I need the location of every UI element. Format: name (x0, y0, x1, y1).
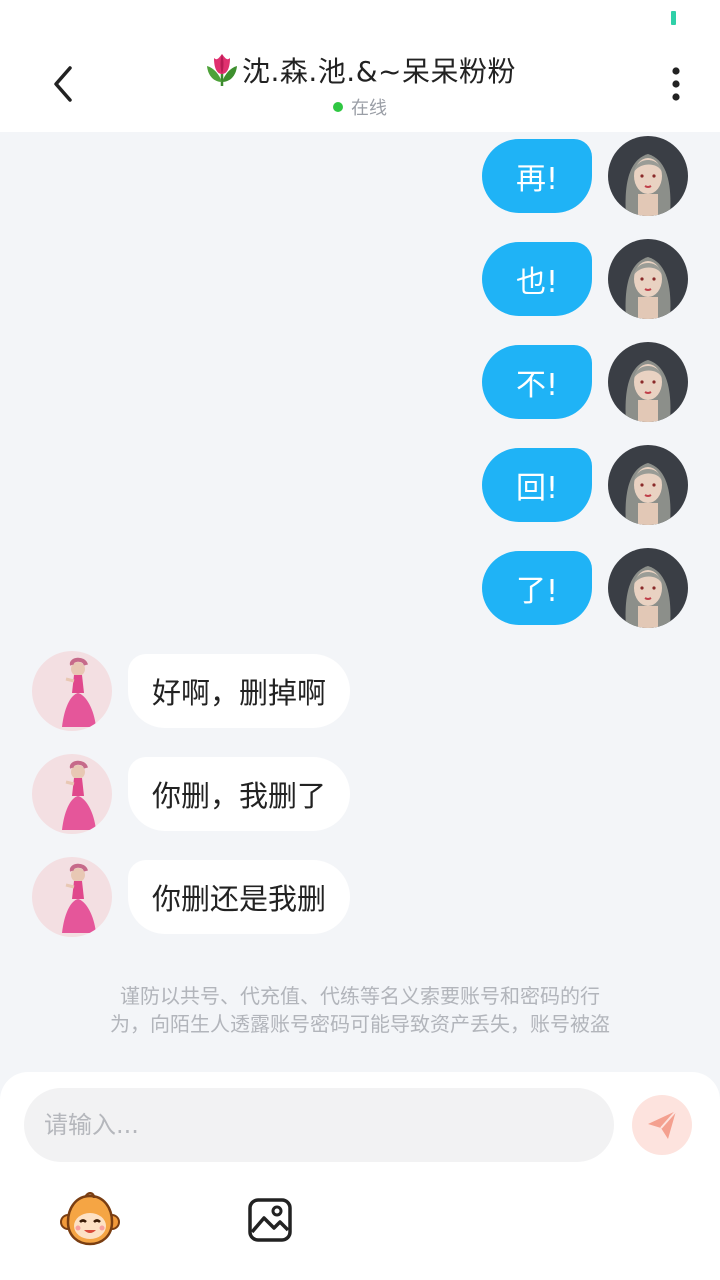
more-options-button[interactable] (652, 60, 700, 108)
contact-avatar[interactable] (32, 651, 112, 731)
contact-avatar[interactable] (32, 754, 112, 834)
security-notice: 谨防以共号、代充值、代练等名义索要账号和密码的行 为，向陌生人透露账号密码可能导… (50, 982, 670, 1038)
monkey-face-icon (60, 1192, 120, 1246)
back-button[interactable] (40, 60, 86, 108)
avatar-girl-pink-dress (32, 651, 112, 731)
tulip-icon (207, 54, 237, 86)
message-list[interactable]: 再! 也! 不! 回! 了! 好啊，删掉啊 你删，我删了 你删还是我删 (0, 132, 720, 1072)
more-vertical-icon (672, 67, 680, 101)
avatar-girl-gray-hair (608, 239, 688, 319)
avatar-girl-gray-hair (608, 342, 688, 422)
online-status: 在线 (351, 98, 387, 119)
page-title: 沈.森.池.&~呆呆粉粉 (242, 55, 516, 88)
message-row: 也! (482, 239, 688, 319)
avatar-girl-gray-hair (608, 136, 688, 216)
battery-icon (671, 11, 676, 25)
message-bubble-outgoing[interactable]: 回! (482, 448, 592, 522)
message-bubble-incoming[interactable]: 你删还是我删 (128, 860, 351, 934)
message-bubble-incoming[interactable]: 你删，我删了 (128, 757, 351, 831)
message-row: 不! (482, 342, 688, 422)
message-input[interactable] (24, 1088, 614, 1162)
contact-avatar[interactable] (32, 857, 112, 937)
avatar-girl-pink-dress (32, 857, 112, 937)
my-avatar[interactable] (608, 239, 688, 319)
online-indicator (333, 102, 343, 112)
my-avatar[interactable] (608, 342, 688, 422)
message-bubble-outgoing[interactable]: 也! (482, 242, 592, 316)
security-notice-line: 为，向陌生人透露账号密码可能导致资产丢失，账号被盗 (110, 1012, 610, 1036)
message-row: 了! (482, 548, 688, 628)
message-composer (0, 1072, 720, 1280)
message-row: 好啊，删掉啊 (32, 651, 351, 731)
security-notice-line: 谨防以共号、代充值、代练等名义索要账号和密码的行 (120, 984, 600, 1008)
my-avatar[interactable] (608, 445, 688, 525)
status-bar (0, 0, 720, 36)
chat-header: 沈.森.池.&~呆呆粉粉 在线 (0, 36, 720, 132)
my-avatar[interactable] (608, 548, 688, 628)
chat-title-block: 沈.森.池.&~呆呆粉粉 在线 (120, 50, 600, 120)
chevron-left-icon (54, 66, 72, 102)
message-row: 你删，我删了 (32, 754, 351, 834)
message-bubble-outgoing[interactable]: 不! (482, 345, 592, 419)
avatar-girl-pink-dress (32, 754, 112, 834)
message-row: 再! (482, 136, 688, 216)
message-bubble-outgoing[interactable]: 再! (482, 139, 592, 213)
emoji-button[interactable] (60, 1192, 120, 1248)
avatar-girl-gray-hair (608, 548, 688, 628)
message-bubble-incoming[interactable]: 好啊，删掉啊 (128, 654, 351, 728)
image-button[interactable] (246, 1196, 294, 1244)
message-row: 你删还是我删 (32, 857, 351, 937)
message-row: 回! (482, 445, 688, 525)
send-button[interactable] (632, 1095, 692, 1155)
message-bubble-outgoing[interactable]: 了! (482, 551, 592, 625)
avatar-girl-gray-hair (608, 445, 688, 525)
my-avatar[interactable] (608, 136, 688, 216)
image-icon (248, 1198, 292, 1242)
paper-plane-icon (648, 1110, 677, 1139)
